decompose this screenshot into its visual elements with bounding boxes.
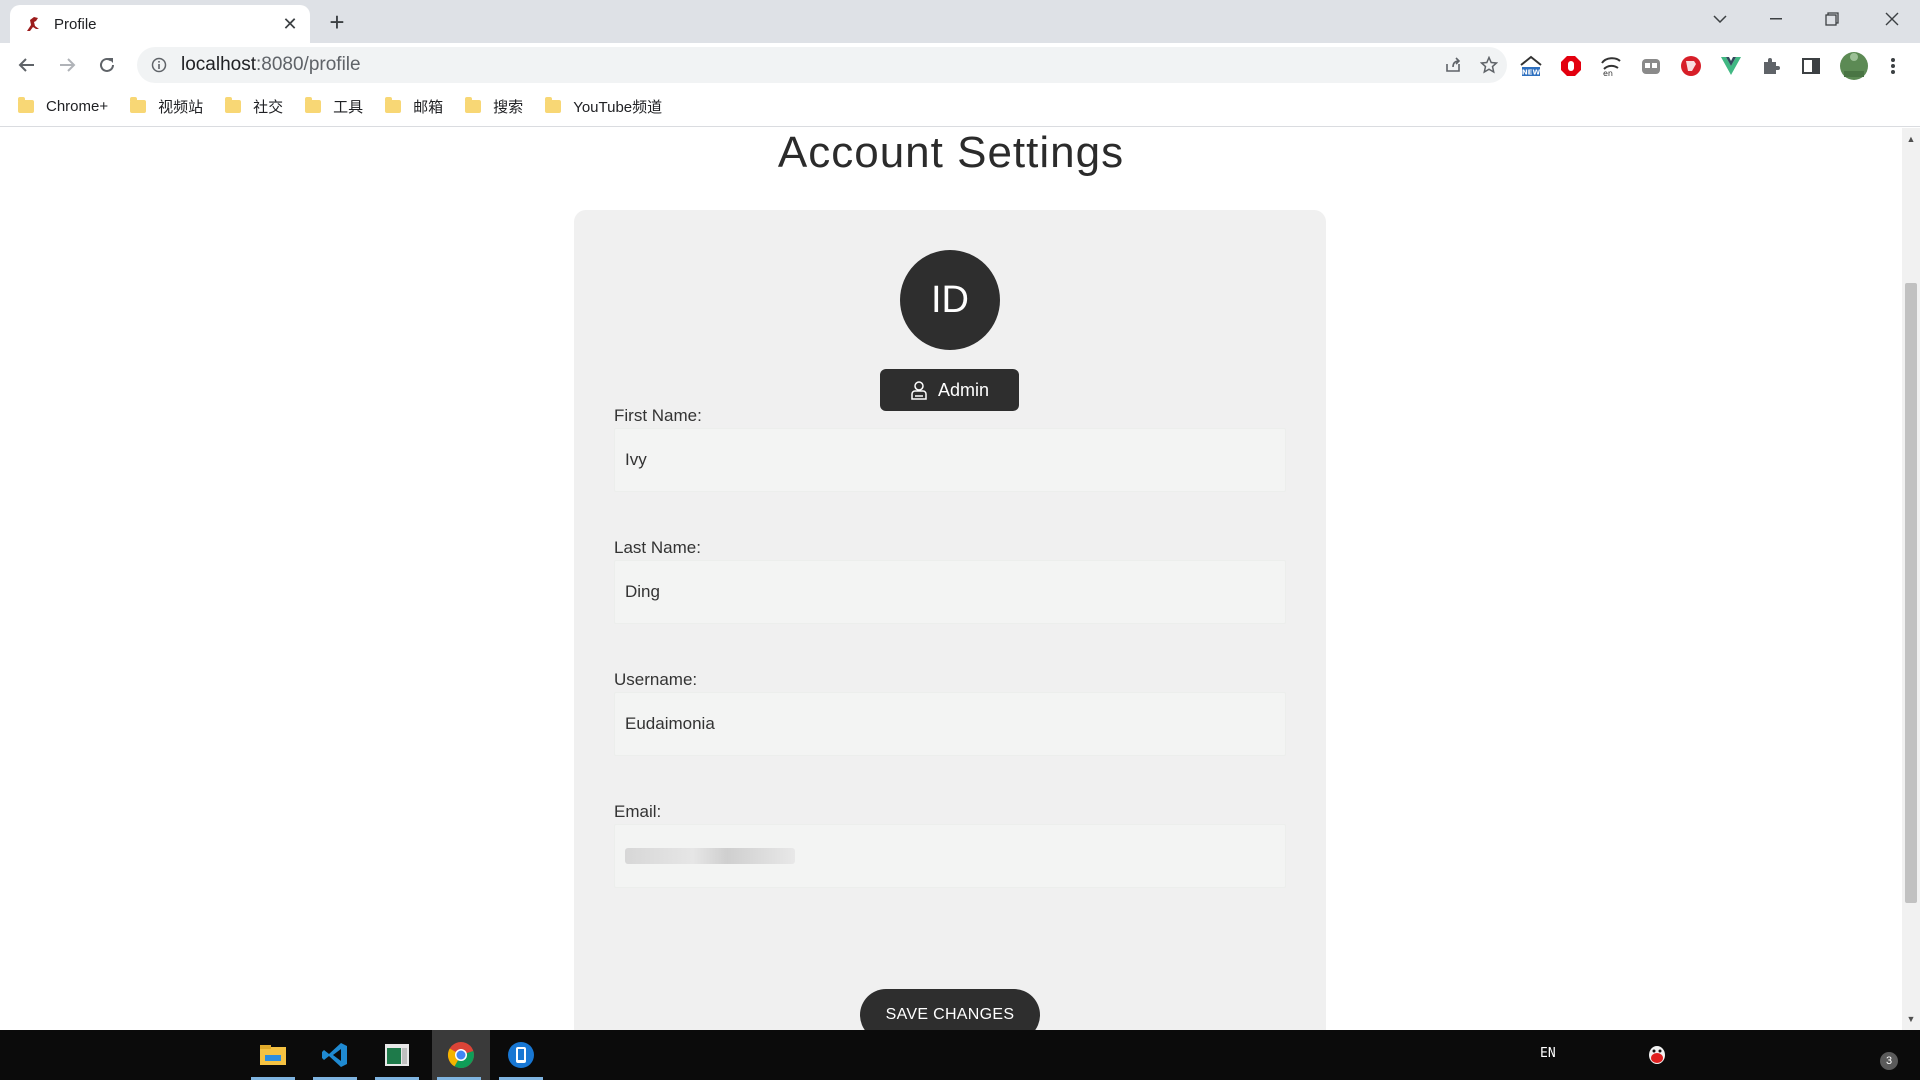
email-label: Email: [614,802,662,821]
share-icon[interactable] [1435,47,1471,83]
bookmark-label: 搜索 [493,98,524,116]
first-name-input[interactable]: Ivy [614,428,1286,492]
translate-extension-icon[interactable]: en [1598,53,1624,79]
scroll-down-arrow-icon[interactable]: ▼ [1906,1014,1916,1024]
chrome-icon [447,1042,474,1069]
spreadsheet-app-icon [385,1044,409,1066]
folder-icon [465,96,482,113]
bookmark-folder-search[interactable]: 搜索 [465,96,523,117]
tab-manager-extension-icon[interactable] [1638,53,1664,79]
back-arrow-icon[interactable] [11,49,43,81]
bookmark-label: 工具 [333,98,364,116]
tab-title: Profile [54,15,97,33]
address-bar[interactable]: localhost:8080/profile [137,47,1507,83]
notification-count: 3 [1885,1055,1893,1067]
phone-link-icon [508,1042,534,1068]
avatar-initials: ID [931,278,969,321]
language-indicator[interactable]: EN [1540,1046,1556,1061]
windows-taskbar: EN 3 [0,1030,1920,1080]
bookmark-label: YouTube频道 [573,98,663,116]
folder-icon [305,96,322,113]
tab-search-icon[interactable] [1692,0,1748,38]
last-name-label: Last Name: [614,538,701,557]
bookmark-label: 邮箱 [413,98,444,116]
minimize-icon[interactable] [1748,0,1804,38]
bookmark-folder-tools[interactable]: 工具 [305,96,363,117]
folder-icon [385,96,402,113]
username-label: Username: [614,670,698,689]
extensions-puzzle-icon[interactable] [1758,53,1784,79]
bookmarks-bar: Chrome+ 视频站 社交 工具 邮箱 搜索 YouTube频道 [0,86,1920,127]
page-scrollbar[interactable]: ▲ ▼ [1902,128,1920,1030]
folder-icon [225,96,242,113]
bookmark-folder-chrome-plus[interactable]: Chrome+ [18,96,109,115]
bookmark-folder-social[interactable]: 社交 [225,96,283,117]
forward-arrow-icon[interactable] [51,49,83,81]
role-label: Admin [937,379,990,400]
bookmark-label: Chrome+ [46,97,109,115]
svg-text:en: en [1603,69,1613,77]
close-window-icon[interactable] [1864,0,1920,38]
avatar: ID [900,250,1000,350]
last-name-input[interactable]: Ding [614,560,1286,624]
page-title: Account Settings [777,128,1125,177]
bookmark-label: 社交 [253,98,284,116]
browser-toolbar: localhost:8080/profile NEW en [0,43,1920,86]
bookmark-folder-youtube[interactable]: YouTube频道 [545,96,662,117]
taskbar-app-green[interactable] [370,1030,424,1080]
bookmark-star-icon[interactable] [1471,47,1507,83]
taskbar-vscode[interactable] [308,1030,362,1080]
scroll-up-arrow-icon[interactable]: ▲ [1906,134,1916,144]
page-viewport: Account Settings ID Admin First Name: Iv… [0,128,1902,1030]
url-host: localhost [181,54,256,75]
role-badge-button[interactable]: Admin [880,369,1019,411]
site-info-icon[interactable] [149,55,169,75]
taskbar-phone-app[interactable] [494,1030,548,1080]
taskbar-chrome[interactable] [432,1030,490,1080]
first-name-value: Ivy [625,450,647,469]
dinosaur-favicon-icon [24,14,44,34]
close-tab-icon[interactable]: ✕ [278,12,302,36]
url-path: :8080/profile [256,54,361,75]
save-changes-button[interactable]: SAVE CHANGES [860,989,1040,1030]
svg-text:NEW: NEW [1522,69,1541,77]
account-settings-card: ID Admin First Name: Ivy Last Name: Ding… [574,210,1326,1030]
username-input[interactable]: Eudaimonia [614,692,1286,756]
last-name-value: Ding [625,582,660,601]
profile-avatar-icon[interactable] [1838,50,1870,82]
vue-devtools-icon[interactable] [1718,53,1744,79]
news-extension-icon[interactable]: NEW [1518,53,1544,79]
side-panel-icon[interactable] [1798,53,1824,79]
url-text[interactable]: localhost:8080/profile [181,54,1435,76]
user-badge-icon [910,380,928,400]
folder-icon [545,96,562,113]
bookmark-folder-video-sites[interactable]: 视频站 [130,96,203,117]
tab-profile[interactable]: Profile ✕ [10,5,310,43]
vscode-icon [322,1043,347,1067]
tray-app-icon[interactable] [1646,1042,1668,1071]
restore-icon[interactable] [1804,0,1860,38]
notification-count-badge[interactable]: 3 [1880,1052,1898,1070]
bookmark-folder-email[interactable]: 邮箱 [385,96,443,117]
red-extension-icon[interactable] [1678,53,1704,79]
reload-icon[interactable] [91,49,123,81]
tab-strip: Profile ✕ + [0,0,1920,43]
new-tab-button[interactable]: + [323,7,351,37]
bookmark-label: 视频站 [158,98,204,116]
email-input[interactable] [614,824,1286,888]
folder-icon [130,96,147,113]
email-redacted-blur [625,848,795,864]
adblock-extension-icon[interactable] [1558,53,1584,79]
folder-icon [18,96,34,113]
taskbar-file-explorer[interactable] [246,1030,300,1080]
file-explorer-icon [260,1045,286,1065]
username-value: Eudaimonia [625,714,715,733]
scrollbar-thumb[interactable] [1905,283,1917,903]
menu-kebab-icon[interactable] [1880,53,1906,79]
first-name-label: First Name: [614,406,702,425]
